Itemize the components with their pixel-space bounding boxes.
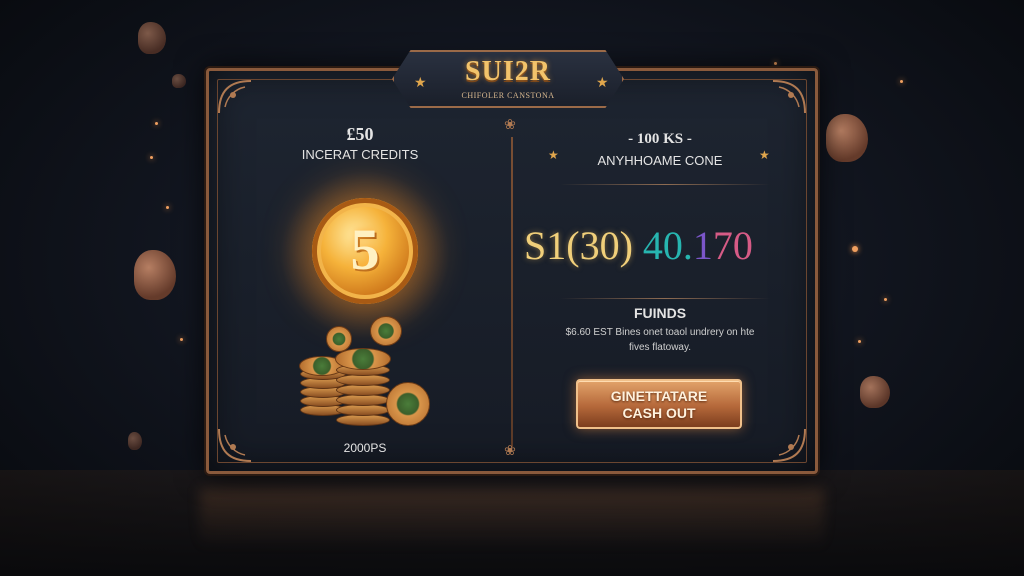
funds-label: FUINDS — [633, 305, 687, 321]
star-icon: ★ — [759, 148, 770, 162]
separator-line — [560, 298, 770, 299]
star-icon: ★ — [548, 148, 559, 162]
spark — [900, 80, 903, 83]
spark — [150, 156, 153, 159]
spark — [774, 62, 777, 65]
floating-shard — [860, 376, 890, 408]
floating-shard — [172, 74, 186, 88]
funds-description: $6.60 EST Bines onet toaol undrery on ht… — [565, 327, 755, 338]
star-icon: ★ — [596, 74, 609, 90]
spark — [180, 338, 183, 341]
spark — [884, 298, 887, 301]
balance-part: 1 — [692, 223, 713, 268]
floating-shard — [826, 114, 868, 162]
credit-label: INCERAT CREDITS — [301, 147, 419, 162]
balance-part: 70 — [712, 223, 753, 268]
panel-reflection — [200, 488, 824, 548]
crest-emblem-icon: ❀ — [504, 116, 516, 132]
right-title: - 100 KS - — [628, 131, 692, 147]
points-label: 2000PS — [343, 441, 387, 455]
balance-amount: S1(30) 40.170 — [524, 222, 804, 269]
spark — [166, 206, 169, 209]
corner-ornament-icon — [772, 428, 806, 462]
balance-part: 40. — [642, 223, 693, 268]
floating-shard — [128, 432, 142, 450]
right-subtitle: ANYHHOAME CONE — [597, 153, 723, 168]
gold-coin-icon: 5 — [312, 198, 418, 304]
brand-title: SUI2R — [465, 56, 551, 87]
spark — [852, 246, 858, 252]
credit-amount: £50 — [346, 124, 374, 144]
coin-symbol: 5 — [350, 217, 380, 282]
corner-ornament-icon — [218, 428, 252, 462]
crest-emblem-icon: ❀ — [504, 442, 516, 458]
spark — [858, 340, 861, 343]
separator-line — [560, 184, 770, 185]
brand-tagline: CHIFOLER CANSTONA — [461, 91, 555, 100]
balance-part: S1(30) — [524, 223, 633, 268]
panel-divider — [511, 137, 513, 447]
funds-description: fives flatoway. — [628, 342, 692, 353]
cash-out-label: GINETTATARE — [610, 388, 708, 404]
floating-shard — [138, 22, 166, 54]
spark — [155, 122, 158, 125]
cash-out-button[interactable]: GINETTATARE CASH OUT — [576, 379, 742, 429]
floating-shard — [134, 250, 176, 300]
cash-out-label: CASH OUT — [622, 405, 696, 421]
corner-ornament-icon — [218, 80, 252, 114]
corner-ornament-icon — [772, 80, 806, 114]
star-icon: ★ — [414, 74, 427, 90]
